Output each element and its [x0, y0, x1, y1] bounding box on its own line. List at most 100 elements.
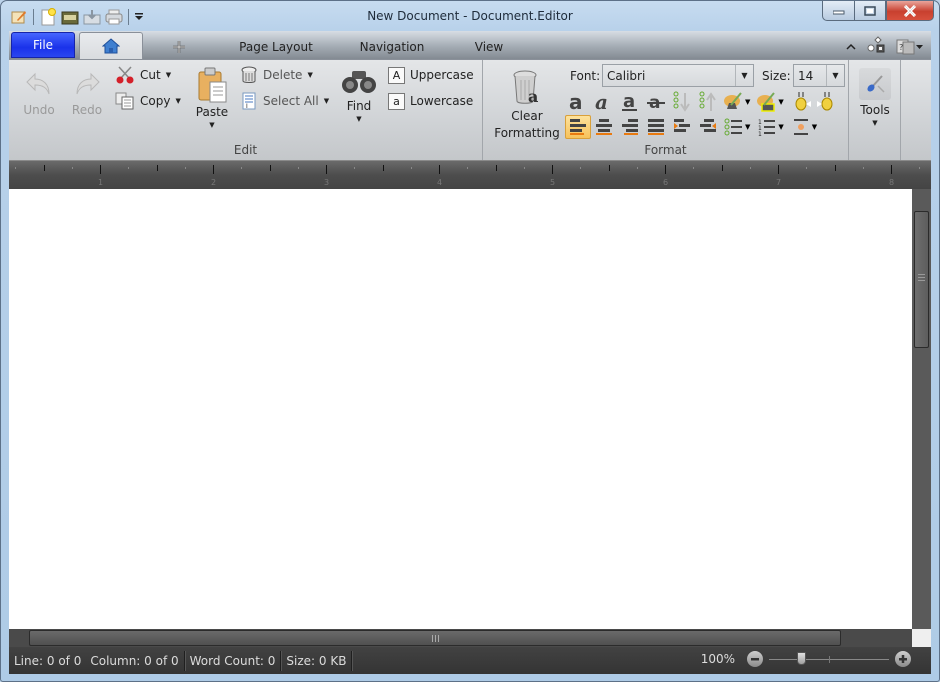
tab-page-layout[interactable]: Page Layout	[231, 34, 321, 59]
zoom-control: 100%	[701, 651, 911, 667]
cut-dropdown-icon[interactable]: ▼	[166, 71, 171, 79]
word-count: Word Count: 0	[189, 653, 276, 668]
sort-ascending-icon[interactable]	[695, 90, 721, 114]
zoom-out-button[interactable]	[747, 651, 763, 667]
insert-plus-icon	[173, 40, 185, 53]
ruler-label: 2	[211, 178, 217, 187]
cut-button[interactable]: Cut ▼	[115, 65, 171, 85]
align-center-icon[interactable]	[591, 115, 617, 139]
delete-dropdown-icon[interactable]: ▼	[307, 71, 312, 79]
paragraph-spacing-icon[interactable]	[788, 115, 814, 139]
ruler-tick	[128, 167, 130, 169]
align-right-icon[interactable]	[617, 115, 643, 139]
tab-insert[interactable]	[154, 34, 204, 59]
horizontal-ruler[interactable]: 1 2 3 4 5 6 7 8	[9, 160, 931, 189]
size-label: Size:	[762, 69, 791, 83]
tools-dropdown-icon[interactable]: ▼	[872, 119, 877, 127]
font-dropdown-icon[interactable]: ▼	[735, 65, 753, 86]
increase-spacing-icon[interactable]	[814, 90, 840, 114]
copy-button[interactable]: Copy ▼	[115, 91, 181, 111]
undo-button[interactable]: Undo	[19, 68, 59, 119]
ruler-tick	[269, 165, 271, 171]
tab-home[interactable]	[79, 32, 143, 59]
format-row-1: a a a a ▼ ▼	[565, 90, 840, 114]
select-all-dropdown-icon[interactable]: ▼	[324, 97, 329, 105]
minimize-button[interactable]	[822, 1, 854, 21]
paste-button[interactable]: Paste ▼	[191, 66, 233, 129]
ruler-tick	[693, 167, 695, 169]
find-button[interactable]: Find ▼	[339, 68, 379, 123]
document-editor-area[interactable]	[9, 189, 912, 629]
ruler-tick	[778, 165, 779, 174]
justify-icon[interactable]	[643, 115, 669, 139]
sort-descending-icon[interactable]	[669, 90, 695, 114]
tab-view[interactable]: View	[469, 34, 509, 59]
find-dropdown-icon[interactable]: ▼	[356, 115, 361, 123]
ruler-tick	[891, 165, 892, 174]
italic-icon[interactable]: a	[591, 90, 617, 114]
ruler-tick	[15, 167, 17, 169]
bold-icon[interactable]: a	[565, 90, 591, 114]
ruler-label: 5	[550, 178, 556, 187]
clear-formatting-button[interactable]: a Clear Formatting	[491, 68, 563, 142]
horizontal-scroll-thumb[interactable]	[29, 630, 841, 646]
cut-icon	[116, 66, 134, 84]
style-manager-icon[interactable]	[866, 36, 886, 57]
ruler-tick	[156, 165, 158, 171]
scroll-grip-icon	[918, 274, 925, 283]
scrollbar-corner	[912, 629, 931, 647]
help-icon[interactable]: ?	[896, 38, 923, 56]
window-title: New Document - Document.Editor	[367, 9, 573, 23]
copy-dropdown-icon[interactable]: ▼	[175, 97, 180, 105]
tab-file[interactable]: File	[11, 32, 75, 58]
decrease-indent-icon[interactable]	[669, 115, 695, 139]
ribbon-tabs: File Page Layout Navigation View ?	[9, 31, 931, 59]
zoom-slider[interactable]	[769, 651, 889, 667]
align-left-icon[interactable]	[565, 115, 591, 139]
underline-icon[interactable]: a	[617, 90, 643, 114]
font-size-select[interactable]: 14 ▼	[793, 64, 845, 87]
ruler-tick	[862, 167, 864, 169]
ruler-tick	[580, 167, 582, 169]
ribbon-group-tools: Tools ▼	[849, 60, 901, 160]
find-binoculars-icon	[342, 71, 376, 93]
ruler-tick	[552, 165, 553, 174]
clear-formatting-icon: a	[513, 70, 538, 106]
increase-indent-icon[interactable]	[695, 115, 721, 139]
vertical-scrollbar[interactable]	[912, 189, 931, 629]
window-controls	[822, 1, 934, 21]
font-family-select[interactable]: Calibri ▼	[602, 64, 754, 87]
format-group-label: Format	[644, 143, 687, 157]
tab-navigation[interactable]: Navigation	[352, 34, 432, 59]
select-all-button[interactable]: I Select All ▼	[240, 91, 329, 111]
vertical-scroll-thumb[interactable]	[914, 211, 929, 348]
status-line: Line: 0 of 0	[9, 651, 85, 671]
collapse-ribbon-icon[interactable]	[846, 40, 856, 54]
tools-button[interactable]: Tools ▼	[853, 68, 897, 127]
cut-label: Cut	[140, 68, 161, 82]
lowercase-button[interactable]: a Lowercase	[388, 91, 473, 111]
delete-button[interactable]: Delete ▼	[240, 65, 313, 85]
highlight-color-icon[interactable]	[721, 90, 747, 114]
bullet-list-icon[interactable]	[721, 115, 747, 139]
paste-dropdown-icon[interactable]: ▼	[209, 121, 214, 129]
numbered-list-icon[interactable]: 111	[754, 115, 780, 139]
strikethrough-icon[interactable]: a	[643, 90, 669, 114]
close-button[interactable]	[886, 1, 934, 21]
ruler-tick	[297, 167, 299, 169]
zoom-slider-thumb[interactable]	[797, 652, 806, 665]
zoom-in-button[interactable]	[895, 651, 911, 667]
ruler-tick	[184, 167, 186, 169]
minimize-icon	[832, 10, 844, 14]
redo-button[interactable]: Redo	[67, 68, 107, 119]
uppercase-button[interactable]: A Uppercase	[388, 65, 474, 85]
decrease-spacing-icon[interactable]	[788, 90, 814, 114]
maximize-button[interactable]	[854, 1, 886, 21]
status-column: Column: 0 of 0	[85, 650, 185, 671]
size-dropdown-icon[interactable]: ▼	[826, 65, 844, 86]
font-color-icon[interactable]	[754, 90, 780, 114]
horizontal-scrollbar[interactable]	[9, 629, 912, 647]
ruler-tick	[100, 165, 101, 174]
ruler-tick	[241, 167, 243, 169]
column-position: Column: 0 of 0	[90, 653, 179, 668]
